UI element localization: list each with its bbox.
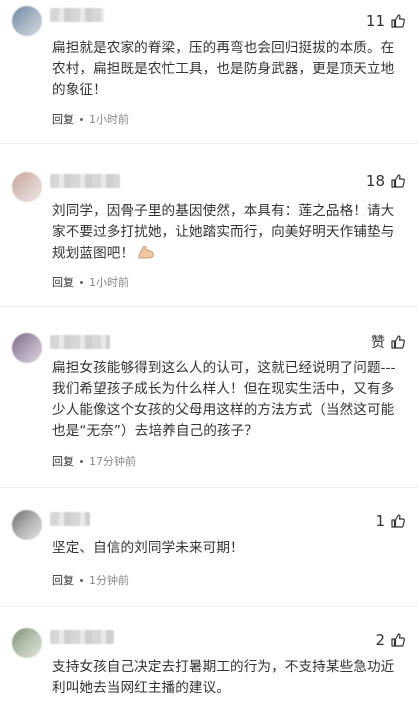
comment-text: 扁担就是农家的脊梁，压的再弯也会回归挺拔的本质。在农村，扁担既是农忙工具，也是防… xyxy=(52,40,395,98)
like-count: 18 xyxy=(365,172,385,190)
timestamp: 1分钟前 xyxy=(89,574,129,587)
divider xyxy=(0,143,418,144)
like-button[interactable]: 1 xyxy=(375,512,406,530)
thumbs-up-icon xyxy=(390,632,406,648)
username-blurred[interactable] xyxy=(50,8,104,22)
like-label: 赞 xyxy=(371,335,385,351)
reply-button[interactable]: 回复 xyxy=(52,572,74,588)
divider xyxy=(0,487,418,488)
comment-text: 支持女孩自己决定去打暑期工的行为，不支持某些急功近利叫她去当网红主播的建议。 xyxy=(52,659,395,696)
divider xyxy=(0,606,418,607)
timestamp: 1小时前 xyxy=(89,113,129,126)
avatar[interactable] xyxy=(12,510,42,540)
like-count: 1 xyxy=(375,512,385,530)
avatar[interactable] xyxy=(12,172,42,202)
avatar[interactable] xyxy=(12,333,42,363)
thumbs-up-icon xyxy=(390,13,406,29)
like-button[interactable]: 11 xyxy=(366,12,406,30)
reply-button[interactable]: 回复 xyxy=(52,274,74,290)
thumbs-up-icon xyxy=(390,513,406,529)
comment-text: 坚定、自信的刘同学未来可期！ xyxy=(52,540,244,556)
comment-meta: 回复 1小时前 xyxy=(52,274,129,290)
flexed-biceps-icon xyxy=(134,243,155,264)
avatar[interactable] xyxy=(12,6,42,36)
thumbs-up-icon xyxy=(390,173,406,189)
comment-meta: 回复 1分钟前 xyxy=(52,572,129,588)
like-button[interactable]: 2 xyxy=(375,631,406,649)
comment-text: 扁担女孩能够得到这么人的认可，这就已经说明了问题---我们希望孩子成长为什么样人… xyxy=(52,360,396,439)
thumbs-up-icon xyxy=(390,334,406,350)
reply-button[interactable]: 回复 xyxy=(52,111,74,127)
reply-button[interactable]: 回复 xyxy=(52,453,74,469)
timestamp: 1小时前 xyxy=(89,276,129,289)
username-blurred[interactable] xyxy=(50,630,114,644)
comment-text: 刘同学，因骨子里的基因使然，本具有：莲之品格！请大家不要过多打扰她，让她踏实而行… xyxy=(52,201,408,265)
divider xyxy=(0,306,418,307)
username-blurred[interactable] xyxy=(50,512,90,526)
comment-meta: 回复 1小时前 xyxy=(52,111,129,127)
timestamp: 17分钟前 xyxy=(89,455,136,468)
username-blurred[interactable] xyxy=(50,174,120,188)
like-count: 11 xyxy=(365,12,385,30)
like-button[interactable]: 18 xyxy=(366,172,406,190)
like-button[interactable]: 赞 xyxy=(371,332,406,352)
username-blurred[interactable] xyxy=(50,335,110,349)
comment-meta: 回复 17分钟前 xyxy=(52,453,136,469)
avatar[interactable] xyxy=(12,628,42,658)
like-count: 2 xyxy=(375,631,385,649)
